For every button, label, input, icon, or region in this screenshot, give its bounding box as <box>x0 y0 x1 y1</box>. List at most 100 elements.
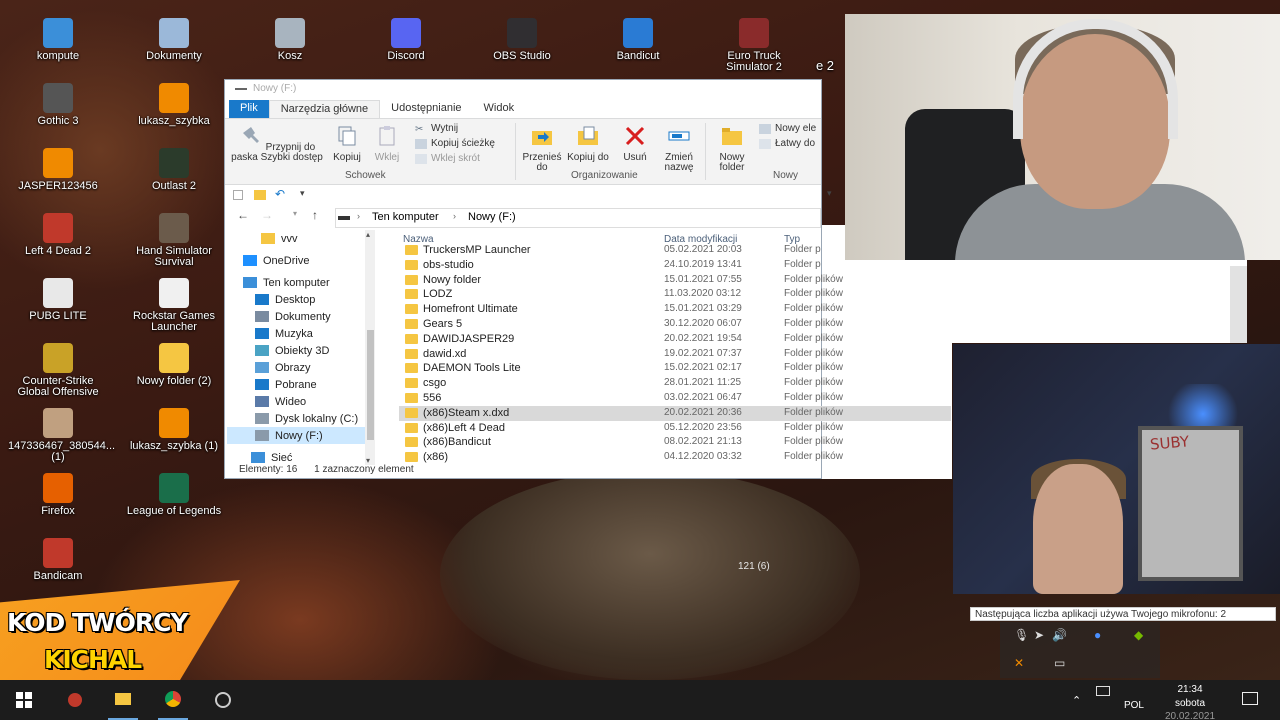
folder-icon <box>405 363 418 374</box>
undo-icon[interactable]: ↶ <box>275 187 285 201</box>
breadcrumb-drive[interactable]: Nowy (F:) <box>468 211 516 223</box>
scrollbar-thumb[interactable] <box>367 330 374 440</box>
file-name: (x86) <box>423 451 449 464</box>
pin-quick-access-button[interactable]: Przypnij do paska Szybki dostęp <box>231 125 323 163</box>
desktop-icon[interactable]: Hand Simulator Survival <box>124 213 224 268</box>
file-row[interactable]: Gears 5 30.12.2020 06:07 Folder plików <box>399 317 951 332</box>
desktop-icon[interactable]: lukasz_szybka <box>124 83 224 127</box>
forward-arrow-icon[interactable]: → <box>261 208 273 222</box>
file-row[interactable]: (x86)Left 4 Dead 05.12.2020 23:56 Folder p… <box>399 421 951 436</box>
copy-path-button[interactable]: Kopiuj ścieżkę <box>415 138 495 149</box>
file-row[interactable]: dawid.xd 19.02.2021 07:37 Folder plików <box>399 347 951 362</box>
desktop-icon[interactable]: Euro Truck Simulator 2 <box>704 18 804 73</box>
start-button[interactable] <box>10 680 38 720</box>
back-arrow-icon[interactable]: ← <box>237 208 249 222</box>
nvidia-icon[interactable]: ◆ <box>1134 628 1143 642</box>
file-row[interactable]: csgo 28.01.2021 11:25 Folder plików <box>399 376 951 391</box>
file-row[interactable]: Nowy folder 15.01.2021 07:55 Folder plików <box>399 273 951 288</box>
move-to-button[interactable]: Przenieś do <box>519 125 565 173</box>
copy-button[interactable]: Kopiuj <box>329 125 365 163</box>
desktop-icon[interactable]: Counter-Strike Global Offensive <box>8 343 108 398</box>
desktop-icon[interactable]: Gothic 3 <box>8 83 108 127</box>
nav-item[interactable]: Wideo <box>255 393 306 410</box>
address-bar[interactable]: › Ten komputer › Nowy (F:) <box>335 208 821 228</box>
language-indicator[interactable]: POL <box>1122 700 1146 711</box>
paste-button[interactable]: Wklej <box>369 125 405 163</box>
nav-item[interactable]: Desktop <box>255 291 315 308</box>
new-folder-button[interactable]: Nowy folder <box>711 125 753 173</box>
desktop-icon[interactable]: Kosz <box>240 18 340 62</box>
clock[interactable]: 21:34 sobota 20.02.2021 <box>1158 684 1222 720</box>
desktop-icon[interactable]: kompute <box>8 18 108 62</box>
nav-item[interactable]: Dokumenty <box>255 308 331 325</box>
desktop-icon[interactable]: Nowy folder (2) <box>124 343 224 387</box>
chevron-up-icon[interactable]: ⌃ <box>1072 694 1081 707</box>
file-row[interactable]: obs-studio 24.10.2019 13:41 Folder p <box>399 258 951 273</box>
file-row[interactable]: DAEMON Tools Lite 15.02.2021 02:17 Folder … <box>399 361 951 376</box>
desktop-icon[interactable]: Firefox <box>8 473 108 517</box>
file-row[interactable]: 556 03.02.2021 06:47 Folder plików <box>399 391 951 406</box>
desktop-icon[interactable]: Outlast 2 <box>124 148 224 192</box>
paste-shortcut-button[interactable]: Wklej skrót <box>415 153 480 164</box>
breadcrumb-this-pc[interactable]: Ten komputer <box>372 211 439 223</box>
new-item-button[interactable]: Nowy ele <box>759 123 816 134</box>
desktop-icon[interactable]: lukasz_szybka (1) <box>124 408 224 452</box>
volume-icon[interactable]: 🔊 <box>1052 628 1067 642</box>
desktop-icon[interactable]: Bandicam <box>8 538 108 582</box>
ribbon-expand-icon[interactable]: ▾ <box>827 188 832 199</box>
desktop-icon[interactable]: OBS Studio <box>472 18 572 62</box>
desktop-icon[interactable]: Discord <box>356 18 456 62</box>
delete-button[interactable]: Usuń <box>617 125 653 163</box>
monitor-icon[interactable]: ▭ <box>1054 656 1065 670</box>
desktop-icon[interactable]: Dokumenty <box>124 18 224 62</box>
nav-item[interactable]: Obrazy <box>255 359 310 376</box>
desktop-icon[interactable]: Left 4 Dead 2 <box>8 213 108 257</box>
properties-icon[interactable] <box>233 190 243 200</box>
nav-item[interactable]: vvv <box>261 230 298 247</box>
bandicam-tray-icon[interactable]: ✕ <box>1014 656 1024 670</box>
network-icon[interactable] <box>1096 686 1110 696</box>
navigation-scrollbar[interactable]: ▴ ▾ <box>365 230 375 465</box>
desktop-icon[interactable]: PUBG LITE <box>8 278 108 322</box>
nav-item[interactable]: Ten komputer <box>243 274 330 291</box>
file-row[interactable]: LODZ 11.03.2020 03:12 Folder plików <box>399 287 951 302</box>
taskbar-app[interactable] <box>60 680 90 720</box>
taskbar-chrome[interactable] <box>158 680 188 720</box>
scroll-up-icon[interactable]: ▴ <box>366 230 370 239</box>
nav-item[interactable]: OneDrive <box>243 252 309 269</box>
easy-access-button[interactable]: Łatwy do <box>759 138 815 149</box>
desktop-icon[interactable]: League of Legends <box>124 473 224 517</box>
recent-dropdown-icon[interactable]: ▾ <box>293 209 297 218</box>
nav-item[interactable]: Dysk lokalny (C:) <box>255 410 358 427</box>
taskbar-file-explorer[interactable] <box>108 680 138 720</box>
microphone-icon[interactable]: 🎙 <box>1014 628 1029 642</box>
taskbar-obs[interactable] <box>208 680 238 720</box>
nav-item[interactable]: Nowy (F:) <box>227 427 365 444</box>
nav-item[interactable]: Pobrane <box>255 376 317 393</box>
file-date: 15.02.2021 02:17 <box>664 362 742 374</box>
tab-share[interactable]: Udostępnianie <box>380 100 472 118</box>
desktop-icon[interactable]: 147336467_380544... (1) <box>8 408 115 463</box>
folder-icon[interactable] <box>254 190 266 200</box>
file-row[interactable]: (x86) 04.12.2020 03:32 Folder plików <box>399 450 951 465</box>
up-arrow-icon[interactable]: ↑ <box>312 208 318 222</box>
desktop-icon[interactable]: JASPER123456 <box>8 148 108 192</box>
steam-icon[interactable]: ● <box>1094 628 1101 642</box>
nav-item[interactable]: Obiekty 3D <box>255 342 329 359</box>
cut-button[interactable]: ✂ Wytnij <box>415 123 458 135</box>
nav-item[interactable]: Muzyka <box>255 325 313 342</box>
file-row[interactable]: Homefront Ultimate 15.01.2021 03:29 Folder… <box>399 302 951 317</box>
tab-home[interactable]: Narzędzia główne <box>268 100 381 118</box>
rename-button[interactable]: Zmień nazwę <box>657 125 701 173</box>
file-row[interactable]: (x86)Bandicut 08.02.2021 21:13 Folder plik… <box>399 435 951 450</box>
copy-to-button[interactable]: Kopiuj do <box>565 125 611 163</box>
desktop-icon[interactable]: Rockstar Games Launcher <box>124 278 224 333</box>
tab-view[interactable]: Widok <box>473 100 526 118</box>
tab-file[interactable]: Plik <box>229 100 269 118</box>
desktop-icon[interactable]: Bandicut <box>588 18 688 62</box>
file-explorer-window[interactable]: Nowy (F:) Plik Narzędzia główne Udostępn… <box>224 79 951 479</box>
file-row[interactable]: DAWIDJASPER29 20.02.2021 19:54 Folder plik… <box>399 332 951 347</box>
chevron-down-icon[interactable]: ▾ <box>300 188 305 199</box>
notifications-icon[interactable] <box>1242 692 1258 705</box>
file-row[interactable]: (x86)Steam x.dxd 20.02.2021 20:36 Folder p… <box>399 405 951 421</box>
